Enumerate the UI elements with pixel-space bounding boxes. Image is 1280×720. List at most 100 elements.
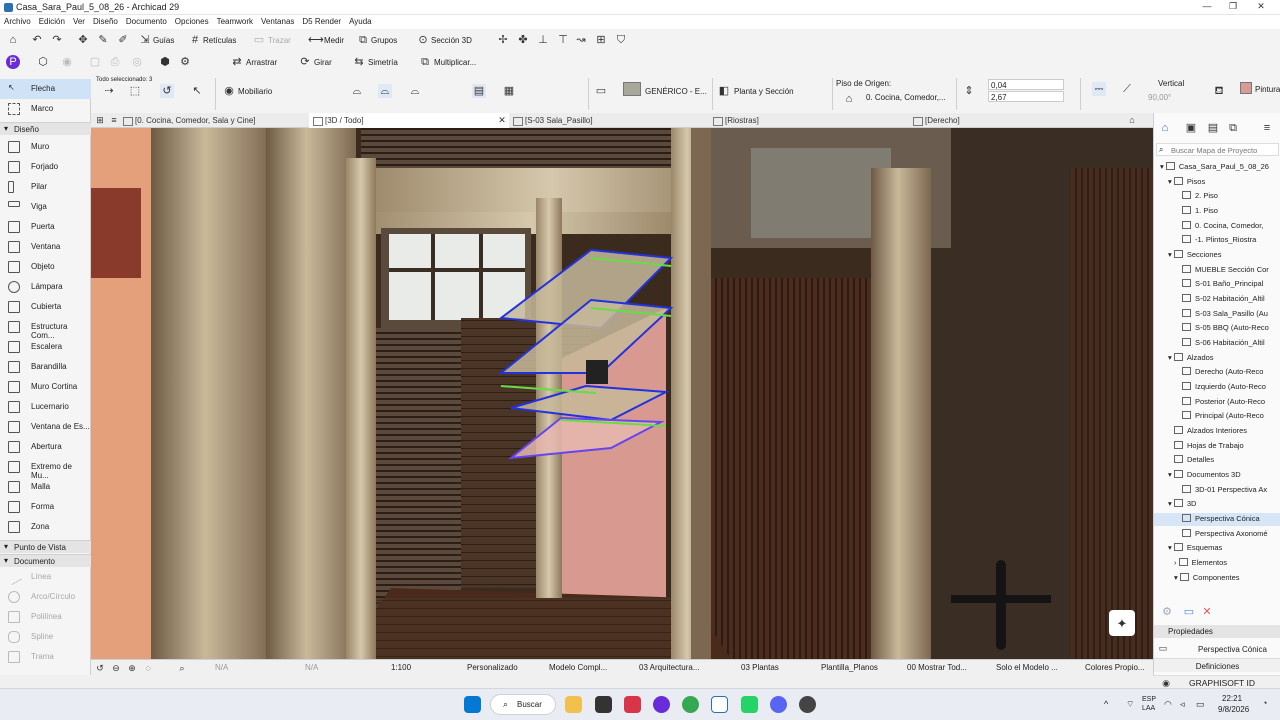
tool-cubierta[interactable]: Cubierta bbox=[0, 297, 91, 317]
rotate-icon[interactable]: ⟳ bbox=[298, 55, 312, 69]
file-explorer-icon[interactable] bbox=[565, 696, 582, 713]
tab-planta[interactable]: [0. Cocina, Comedor, Sala y Cine] bbox=[119, 113, 309, 128]
tree-alzados[interactable]: ▾ Alzados bbox=[1168, 353, 1214, 362]
orbit-icon[interactable]: ✢ bbox=[496, 33, 510, 47]
medir-label[interactable]: Medir bbox=[324, 36, 344, 45]
plugin-icon[interactable] bbox=[653, 696, 670, 713]
guides-icon[interactable]: ⇲ bbox=[138, 33, 152, 47]
pick-icon[interactable]: ✥ bbox=[76, 33, 90, 47]
menu-documento[interactable]: Documento bbox=[122, 15, 171, 26]
nav-delete-icon[interactable]: ✕ bbox=[1200, 605, 1214, 619]
trazar-label[interactable]: Trazar bbox=[268, 36, 291, 45]
piso-origen-value[interactable]: 0. Cocina, Comedor,... bbox=[866, 93, 946, 102]
tool-marco[interactable]: Marco bbox=[0, 99, 91, 119]
material-label[interactable]: GENÉRICO - E... bbox=[645, 87, 707, 96]
nav-new-icon[interactable]: ▭ bbox=[1182, 605, 1196, 619]
explode-icon[interactable]: ⊞ bbox=[594, 33, 608, 47]
modelo-field[interactable]: Modelo Compl... bbox=[549, 663, 607, 672]
close-button[interactable]: ✕ bbox=[1250, 1, 1272, 14]
grupos-label[interactable]: Grupos bbox=[371, 36, 397, 45]
tool-lampara[interactable]: Lámpara bbox=[0, 277, 91, 297]
tool-forjado[interactable]: Forjado bbox=[0, 157, 91, 177]
plan-section-label[interactable]: Planta y Sección bbox=[734, 87, 794, 96]
hatch-icon[interactable]: ▤ bbox=[472, 84, 486, 98]
tool-polilinea[interactable]: Polilínea bbox=[0, 607, 91, 627]
3d-viewport[interactable]: ✦ bbox=[91, 128, 1153, 659]
whatsapp-icon[interactable] bbox=[741, 696, 758, 713]
menu-diseno[interactable]: Diseño bbox=[89, 15, 122, 26]
tree-hojas[interactable]: Hojas de Trabajo bbox=[1174, 441, 1244, 450]
zoom-in-icon[interactable]: ⊕ bbox=[125, 661, 139, 675]
reticulas-label[interactable]: Retículas bbox=[203, 36, 236, 45]
tree-esquemas[interactable]: ▾ Esquemas bbox=[1168, 543, 1222, 552]
plan-section-icon[interactable]: ◧ bbox=[717, 84, 731, 98]
tool-barandilla[interactable]: Barandilla bbox=[0, 357, 91, 377]
tree-alz-4[interactable]: Principal (Auto-Reco bbox=[1182, 411, 1264, 420]
tool-spline[interactable]: Spline bbox=[0, 627, 91, 647]
plantilla-field[interactable]: Plantilla_Planos bbox=[821, 663, 878, 672]
grid-icon[interactable]: # bbox=[188, 33, 202, 47]
gear-icon[interactable]: ⚙ bbox=[178, 55, 192, 69]
tool-viga[interactable]: Viga bbox=[0, 197, 91, 217]
tool-ventana[interactable]: Ventana bbox=[0, 237, 91, 257]
tool-ventana-esquina[interactable]: Ventana de Es... bbox=[0, 417, 91, 437]
tool-muro-cortina[interactable]: Muro Cortina bbox=[0, 377, 91, 397]
hatch-icon-2[interactable]: ▦ bbox=[502, 84, 516, 98]
curve-icon[interactable]: ↝ bbox=[574, 33, 588, 47]
tab-derecho[interactable]: [Derecho] bbox=[909, 113, 1119, 128]
publisher-icon[interactable]: ⧉ bbox=[1226, 121, 1240, 135]
home-icon[interactable]: ⌂ bbox=[6, 33, 20, 47]
camera-icon[interactable]: ⎙ bbox=[108, 55, 122, 69]
minimize-button[interactable]: — bbox=[1196, 1, 1218, 14]
window-3d-icon[interactable]: ▢ bbox=[88, 55, 102, 69]
section-diseno[interactable]: Diseño bbox=[0, 122, 91, 135]
tool-flecha[interactable]: ↖ Flecha bbox=[0, 79, 91, 99]
tree-alzados-int[interactable]: Alzados Interiores bbox=[1174, 426, 1247, 435]
wifi-icon[interactable]: ◠ bbox=[1164, 699, 1172, 710]
tool-extremo-muro[interactable]: Extremo de Mu... bbox=[0, 457, 91, 480]
render-icon[interactable]: ◎ bbox=[130, 55, 144, 69]
multiply-icon[interactable]: ⧉ bbox=[418, 55, 432, 69]
panel-menu-icon[interactable]: ≡ bbox=[1260, 121, 1274, 135]
menu-teamwork[interactable]: Teamwork bbox=[213, 15, 257, 26]
clock-time[interactable]: 22:21 bbox=[1222, 694, 1242, 703]
eye-icon[interactable]: ◉ bbox=[222, 84, 236, 98]
undo-view-icon[interactable]: ↺ bbox=[93, 661, 107, 675]
tree-detalles[interactable]: Detalles bbox=[1174, 455, 1214, 464]
fill-icon[interactable]: ⛉ bbox=[614, 33, 628, 47]
tool-puerta[interactable]: Puerta bbox=[0, 217, 91, 237]
tree-docs3d[interactable]: ▾ Documentos 3D bbox=[1168, 470, 1241, 479]
slope-icon[interactable]: ⟋ bbox=[1120, 82, 1134, 96]
navigator-search[interactable]: ⌕ Buscar Mapa de Proyecto bbox=[1156, 143, 1279, 156]
shelf-icon-1[interactable]: ⌓ bbox=[350, 84, 364, 98]
tree-pers-conica[interactable]: Perspectiva Cónica bbox=[1154, 513, 1280, 526]
pintura-label[interactable]: Pintura bbox=[1255, 85, 1280, 94]
menu-ventanas[interactable]: Ventanas bbox=[257, 15, 298, 26]
elevate-icon[interactable]: ⊥ bbox=[536, 33, 550, 47]
paint-swatch[interactable] bbox=[1240, 82, 1252, 94]
definiciones-button[interactable]: Definiciones bbox=[1154, 658, 1280, 672]
material-swatch[interactable] bbox=[623, 82, 641, 96]
sphere-icon[interactable]: ◉ bbox=[60, 55, 74, 69]
settings-app-icon[interactable] bbox=[799, 696, 816, 713]
plugin-p-icon[interactable]: P bbox=[6, 55, 20, 69]
tab-grid-icon[interactable]: ⊞ bbox=[93, 113, 107, 127]
measure-icon[interactable]: ⟷ bbox=[308, 33, 324, 47]
eyedropper-icon[interactable]: ✎ bbox=[96, 33, 110, 47]
plantas-field[interactable]: 03 Plantas bbox=[741, 663, 779, 672]
tool-linea[interactable]: Línea bbox=[0, 567, 91, 587]
tree-alz-1[interactable]: Derecho (Auto-Reco bbox=[1182, 367, 1263, 376]
zoom-out-icon[interactable]: ⊖ bbox=[109, 661, 123, 675]
graphisoft-id[interactable]: GRAPHISOFT ID bbox=[1189, 678, 1255, 688]
pers-field[interactable]: Personalizado bbox=[467, 663, 518, 672]
chrome-icon[interactable] bbox=[682, 696, 699, 713]
maximize-button[interactable]: ❐ bbox=[1222, 1, 1244, 14]
section-punto-vista[interactable]: Punto de Vista bbox=[0, 540, 91, 553]
lang-1[interactable]: ESP bbox=[1142, 696, 1156, 703]
offset-icon[interactable]: ⊤ bbox=[556, 33, 570, 47]
solo-field[interactable]: Solo el Modelo ... bbox=[996, 663, 1058, 672]
tree-pisos[interactable]: ▾ Pisos bbox=[1168, 177, 1205, 186]
seccion3d-label[interactable]: Sección 3D bbox=[431, 36, 472, 45]
battery-icon[interactable]: ▭ bbox=[1196, 699, 1205, 710]
fit-icon[interactable]: ⌕ bbox=[175, 661, 189, 675]
